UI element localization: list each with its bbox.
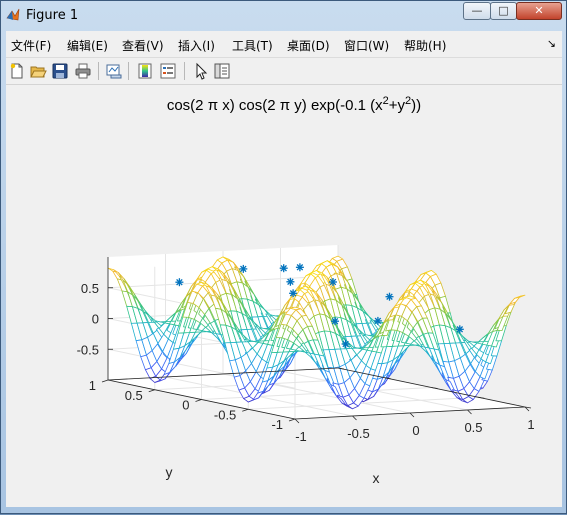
- scatter-marker: [331, 317, 339, 326]
- scatter-marker: [295, 263, 304, 272]
- tick-mark: [148, 389, 155, 393]
- scatter-marker: [385, 292, 394, 301]
- tick-mark: [467, 409, 472, 415]
- tick-mark: [288, 418, 296, 422]
- x-tick-label: 0.5: [464, 420, 482, 435]
- scatter-marker: [329, 278, 337, 286]
- x-axis-label: x: [373, 470, 380, 486]
- x-tick-label: 1: [527, 417, 534, 432]
- z-tick-label: 0.5: [81, 281, 99, 296]
- tick-mark: [294, 418, 300, 424]
- scatter-marker: [279, 264, 288, 273]
- y-tick-label: 1: [89, 378, 96, 393]
- tick-mark: [352, 415, 357, 421]
- tick-mark: [101, 379, 109, 383]
- y-axis-label: y: [166, 464, 173, 480]
- scatter-marker: [239, 264, 248, 273]
- z-tick-label: -0.5: [77, 342, 99, 357]
- x-tick-label: -1: [295, 429, 307, 444]
- y-tick-label: -1: [271, 417, 283, 432]
- y-tick-label: -0.5: [214, 407, 236, 422]
- x-tick-label: 0: [412, 423, 419, 438]
- z-tick-label: 0: [92, 312, 99, 327]
- surface-plot[interactable]: cos(2 π x) cos(2 π y) exp(-0.1 (x2+y2)) …: [1, 1, 567, 515]
- scatter-marker: [373, 316, 382, 325]
- tick-mark: [195, 399, 202, 402]
- plot-title: cos(2 π x) cos(2 π y) exp(-0.1 (x2+y2)): [167, 95, 421, 114]
- scatter-marker: [455, 325, 464, 334]
- figure-window: Figure 1 — □ ✕ 文件(F) 编辑(E) 查看(V) 插入(I) 工…: [0, 0, 567, 514]
- y-tick-label: 0: [182, 398, 189, 413]
- surface-cell: [514, 294, 526, 299]
- tick-mark: [409, 412, 415, 418]
- scatter-marker: [341, 340, 350, 348]
- y-tick-label: 0.5: [125, 388, 143, 403]
- x-tick-label: -0.5: [347, 426, 369, 441]
- scatter-marker: [286, 277, 295, 286]
- tick-mark: [242, 408, 249, 412]
- figure-canvas: cos(2 π x) cos(2 π y) exp(-0.1 (x2+y2)) …: [6, 85, 562, 507]
- scatter-marker: [289, 289, 298, 298]
